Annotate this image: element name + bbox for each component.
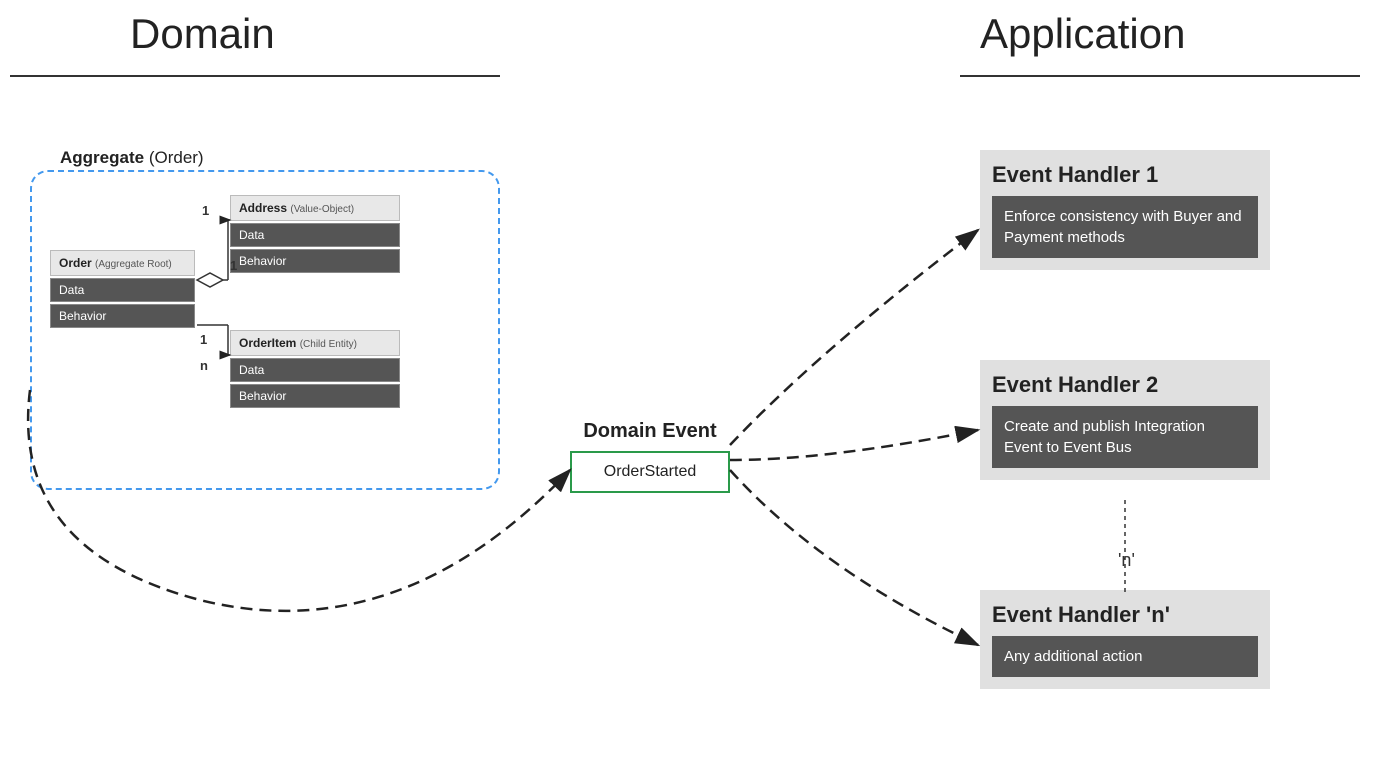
application-bracket xyxy=(960,75,1360,77)
handler2-title: Event Handler 2 xyxy=(992,372,1258,398)
domain-bracket xyxy=(10,75,500,77)
application-section-label: Application xyxy=(980,10,1185,58)
domain-event-label: Domain Event xyxy=(570,420,730,443)
orderitem-data: Data xyxy=(230,358,400,382)
event-handler-1: Event Handler 1 Enforce consistency with… xyxy=(980,150,1270,270)
domain-section-label: Domain xyxy=(130,10,275,58)
order-behavior: Behavior xyxy=(50,304,195,328)
aggregate-label: Aggregate (Order) xyxy=(60,148,204,168)
order-box: Order (Aggregate Root) Data Behavior xyxy=(50,250,195,328)
diagram-container: Domain Application Aggregate (Order) Ord… xyxy=(0,0,1378,769)
domain-event-section: Domain Event OrderStarted xyxy=(570,420,730,493)
orderitem-title: OrderItem (Child Entity) xyxy=(230,330,400,356)
event-handler-2: Event Handler 2 Create and publish Integ… xyxy=(980,360,1270,480)
event-handler-n: Event Handler 'n' Any additional action xyxy=(980,590,1270,689)
orderitem-behavior: Behavior xyxy=(230,384,400,408)
order-title: Order (Aggregate Root) xyxy=(50,250,195,276)
n-label: 'n' xyxy=(1118,550,1135,571)
order-data: Data xyxy=(50,278,195,302)
orderitem-box: OrderItem (Child Entity) Data Behavior xyxy=(230,330,400,408)
handler3-title: Event Handler 'n' xyxy=(992,602,1258,628)
address-data: Data xyxy=(230,223,400,247)
handler1-title: Event Handler 1 xyxy=(992,162,1258,188)
address-box: Address (Value-Object) Data Behavior xyxy=(230,195,400,273)
address-behavior: Behavior xyxy=(230,249,400,273)
handler1-desc: Enforce consistency with Buyer and Payme… xyxy=(992,196,1258,258)
handler2-desc: Create and publish Integration Event to … xyxy=(992,406,1258,468)
handler3-desc: Any additional action xyxy=(992,636,1258,677)
domain-event-box: OrderStarted xyxy=(570,451,730,493)
address-title: Address (Value-Object) xyxy=(230,195,400,221)
